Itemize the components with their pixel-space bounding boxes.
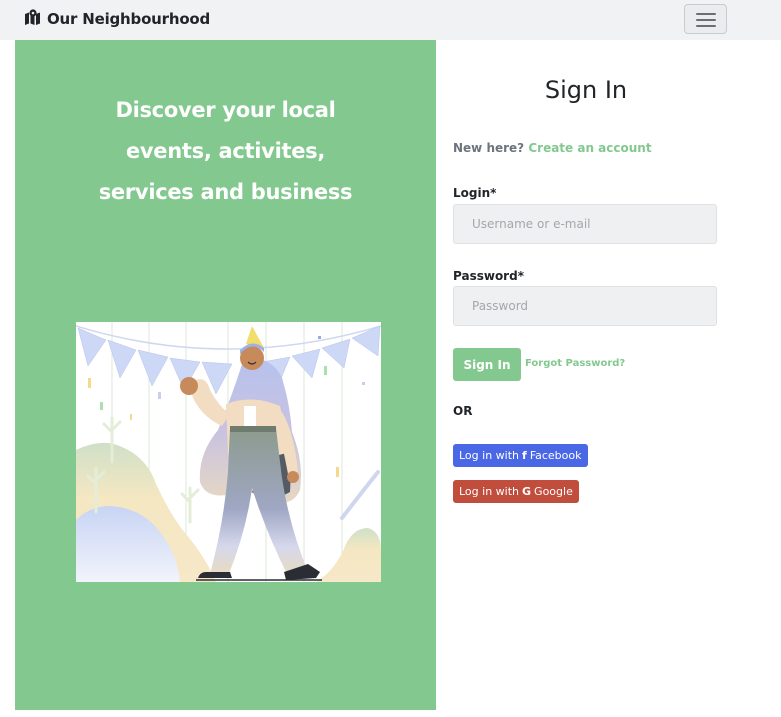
brand-name: Our Neighbourhood: [47, 10, 211, 28]
google-icon: G: [522, 485, 532, 498]
create-account-link[interactable]: Create an account: [528, 141, 651, 155]
login-label: Login*: [453, 186, 497, 200]
login-input[interactable]: [453, 204, 717, 244]
hamburger-icon: [696, 13, 716, 15]
forgot-password-link[interactable]: Forgot Password?: [525, 358, 625, 369]
new-here-label: New here?: [453, 141, 525, 155]
menu-toggle-button[interactable]: [684, 4, 727, 34]
top-navbar: Our Neighbourhood: [0, 0, 781, 40]
brand-link[interactable]: Our Neighbourhood: [24, 9, 210, 29]
google-login-button[interactable]: Log in with G Google: [453, 480, 579, 503]
tagline-line-1: Discover your local: [115, 98, 336, 122]
password-label: Password*: [453, 269, 524, 283]
hero-tagline: Discover your local events, activites, s…: [15, 90, 436, 213]
facebook-login-button[interactable]: Log in with f Facebook: [453, 444, 588, 467]
facebook-icon: f: [522, 449, 527, 462]
map-icon: [24, 9, 41, 29]
party-illustration: [76, 322, 381, 582]
page-title: Sign In: [544, 76, 628, 104]
facebook-login-prefix: Log in with: [459, 449, 520, 462]
sign-in-button[interactable]: Sign In: [453, 348, 521, 381]
password-input[interactable]: [453, 286, 717, 326]
signin-panel: Sign In New here? Create an account Logi…: [436, 40, 781, 717]
facebook-login-name: Facebook: [529, 449, 582, 462]
tagline-line-3: services and business: [98, 180, 353, 204]
new-here-text: New here? Create an account: [453, 141, 652, 155]
google-login-prefix: Log in with: [459, 485, 520, 498]
google-login-name: Google: [534, 485, 573, 498]
or-divider: OR: [453, 404, 473, 418]
tagline-line-2: events, activites,: [125, 139, 326, 163]
hero-panel: Discover your local events, activites, s…: [15, 40, 436, 710]
